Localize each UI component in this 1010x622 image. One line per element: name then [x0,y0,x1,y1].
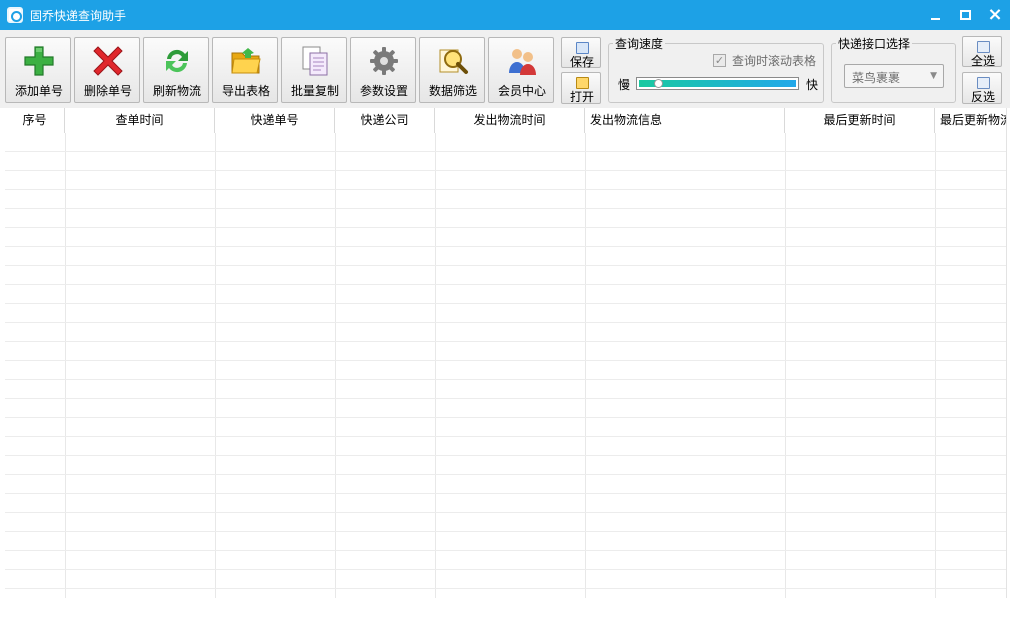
api-select-group: 快递接口选择 菜鸟裹裹 ▼ [831,35,956,103]
plus-icon [24,46,54,76]
table-row[interactable] [5,266,1006,285]
add-number-label: 添加单号 [14,84,63,98]
member-center-button[interactable]: 会员中心 [488,37,554,103]
speed-slider-thumb[interactable] [654,79,663,88]
column-header-last-update-info[interactable]: 最后更新物流 [935,108,1006,133]
select-all-button[interactable]: 全选 [962,36,1002,68]
table-row[interactable] [5,418,1006,437]
table-row[interactable] [5,152,1006,171]
table-row[interactable] [5,304,1006,323]
scroll-table-label: 查询时滚动表格 [732,54,817,68]
table-row[interactable] [5,190,1006,209]
table-row[interactable] [5,209,1006,228]
refresh-icon [166,49,188,73]
table-row[interactable] [5,551,1006,570]
table-row[interactable] [5,475,1006,494]
column-header-dispatch-time[interactable]: 发出物流时间 [435,108,585,133]
table-row[interactable] [5,228,1006,247]
delete-number-button[interactable]: 删除单号 [74,37,140,103]
copy-pages-icon [302,46,328,76]
table-row[interactable] [5,437,1006,456]
table-row[interactable] [5,570,1006,589]
column-header-courier[interactable]: 快递公司 [335,108,435,133]
table-row[interactable] [5,133,1006,152]
fast-label: 快 [806,78,819,92]
export-table-button[interactable]: 导出表格 [212,37,278,103]
gear-icon [370,47,398,75]
folder-icon [231,48,261,74]
window-title: 固乔快递查询助手 [30,9,127,23]
member-center-label: 会员中心 [497,84,546,98]
table-row[interactable] [5,494,1006,513]
table-row[interactable] [5,285,1006,304]
parameter-settings-label: 参数设置 [359,84,408,98]
toolbar: 添加单号 删除单号 刷新物流 导出表格 批量复制 参数设置 数据筛选 会员中心 … [0,30,1010,108]
data-filter-label: 数据筛选 [428,84,477,98]
table-row[interactable] [5,361,1006,380]
batch-copy-button[interactable]: 批量复制 [281,37,347,103]
refresh-logistics-button[interactable]: 刷新物流 [143,37,209,103]
invert-select-label: 反选 [970,90,995,104]
members-icon [509,49,536,75]
red-x-icon [93,46,123,76]
table-row[interactable] [5,342,1006,361]
save-label: 保存 [569,55,594,69]
batch-copy-label: 批量复制 [290,84,339,98]
table-row[interactable] [5,247,1006,266]
slow-label: 慢 [618,78,631,92]
api-select-value: 菜鸟裹裹 [852,71,901,85]
column-header-tracking-number[interactable]: 快递单号 [215,108,335,133]
title-bar: 固乔快递查询助手 × [0,0,1010,30]
delete-number-label: 删除单号 [83,84,132,98]
table-row[interactable] [5,171,1006,190]
refresh-logistics-label: 刷新物流 [152,84,201,98]
add-number-button[interactable]: 添加单号 [5,37,71,103]
table-row[interactable] [5,532,1006,551]
data-filter-button[interactable]: 数据筛选 [419,37,485,103]
query-speed-title: 查询速度 [613,35,666,52]
select-all-label: 全选 [970,54,995,68]
minimize-button[interactable] [925,5,945,25]
table-row[interactable] [5,323,1006,342]
scroll-table-checkbox[interactable]: ✓ [713,54,726,67]
table-row[interactable] [5,456,1006,475]
close-button[interactable]: × [985,5,1005,25]
app-logo-icon [7,7,23,23]
open-label: 打开 [569,90,594,104]
table-row[interactable] [5,380,1006,399]
maximize-button[interactable] [955,5,975,25]
api-select-title: 快递接口选择 [836,35,913,52]
column-header-query-time[interactable]: 查单时间 [65,108,215,133]
parameter-settings-button[interactable]: 参数设置 [350,37,416,103]
invert-select-button[interactable]: 反选 [962,72,1002,104]
export-table-label: 导出表格 [221,84,270,98]
table-row[interactable] [5,513,1006,532]
column-header-last-update-time[interactable]: 最后更新时间 [785,108,935,133]
api-select-dropdown[interactable]: 菜鸟裹裹 ▼ [844,64,944,88]
column-header-dispatch-info[interactable]: 发出物流信息 [585,108,785,133]
results-table[interactable]: 序号 查单时间 快递单号 快递公司 发出物流时间 发出物流信息 最后更新时间 最… [0,108,1006,598]
table-header: 序号 查单时间 快递单号 快递公司 发出物流时间 发出物流信息 最后更新时间 最… [0,108,1006,133]
save-button[interactable]: 保存 [561,37,601,69]
chevron-down-icon: ▼ [930,71,937,81]
column-header-index[interactable]: 序号 [5,108,65,133]
speed-slider[interactable] [636,77,799,90]
query-speed-group: 查询速度 ✓ 查询时滚动表格 慢 快 [608,35,824,103]
open-button[interactable]: 打开 [561,72,601,104]
magnifier-icon [439,49,468,74]
table-body [0,133,1006,598]
table-row[interactable] [5,399,1006,418]
